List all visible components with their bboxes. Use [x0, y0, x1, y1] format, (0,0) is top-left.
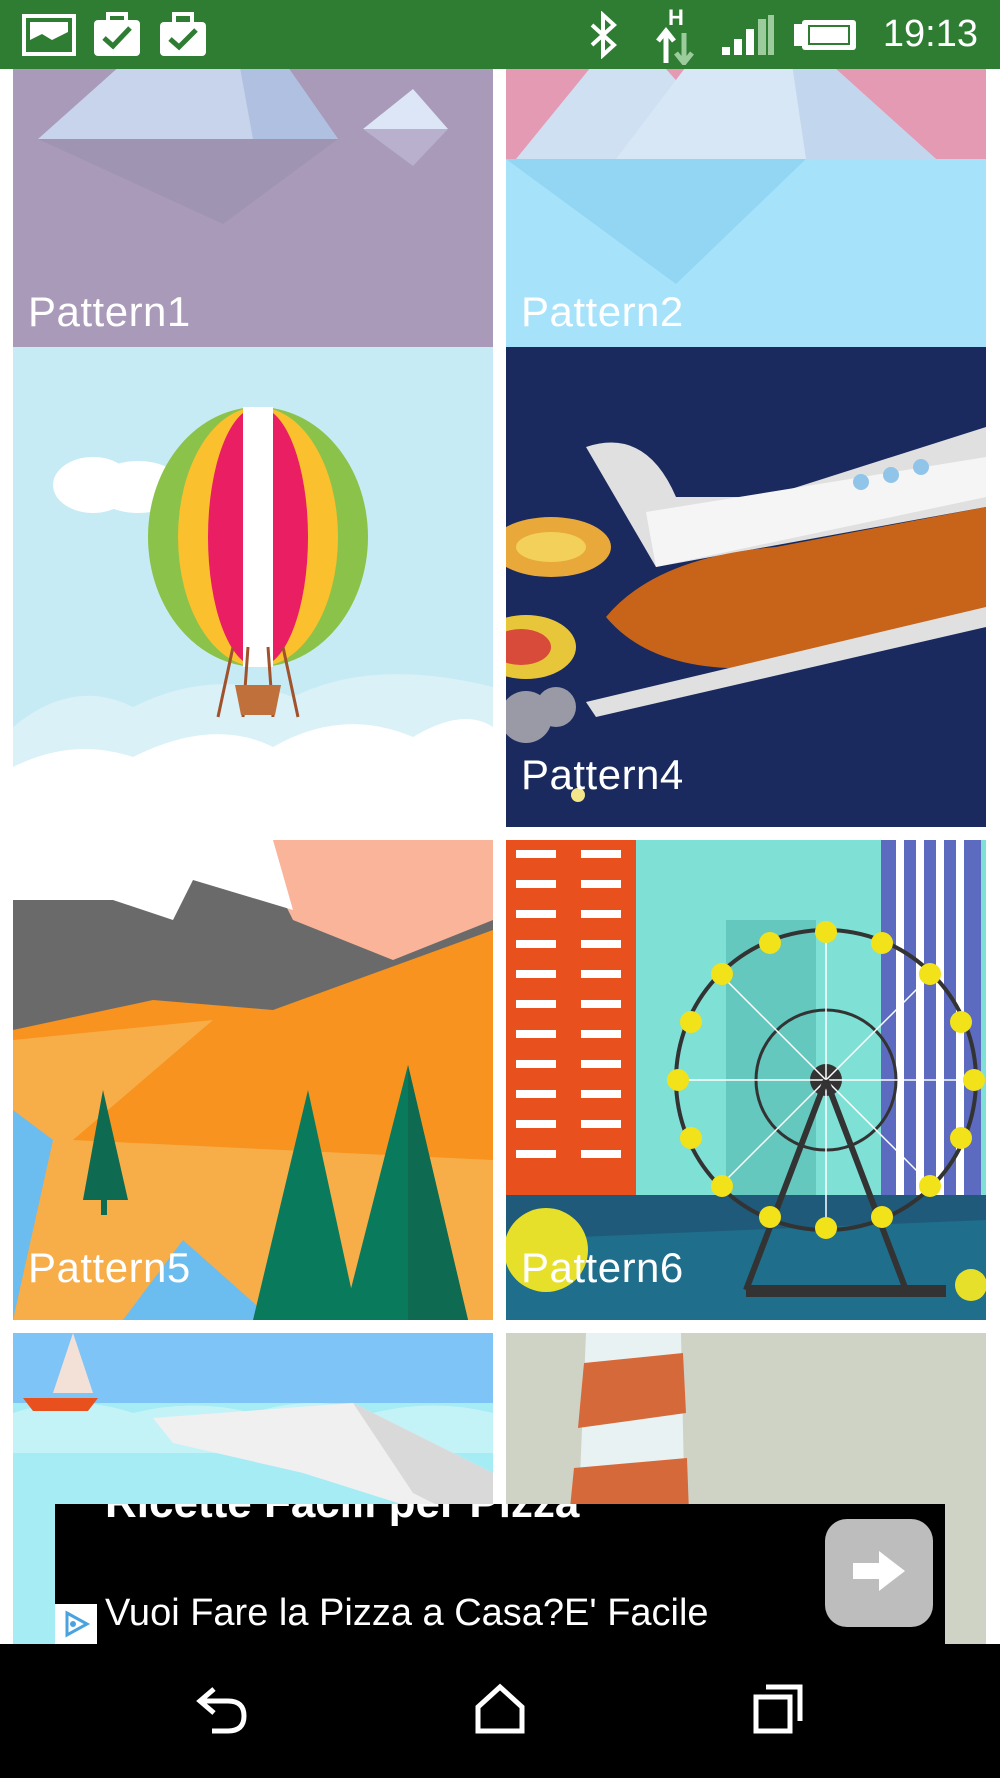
back-button[interactable] [162, 1666, 282, 1756]
ad-choices-icon[interactable] [55, 1604, 97, 1644]
tile-label: Pattern2 [521, 288, 684, 335]
pattern-tile-4[interactable]: Pattern4 [506, 347, 986, 827]
navigation-bar [0, 1644, 1000, 1778]
signal-icon [720, 0, 776, 69]
recents-icon [752, 1683, 804, 1740]
arrow-right-icon [851, 1549, 907, 1598]
ad-banner[interactable]: Ricette Facili per Pizza Vuoi Fare la Pi… [55, 1504, 945, 1644]
pattern-tile-5[interactable]: Pattern5 [13, 840, 493, 1320]
status-bar: H 19:13 [0, 0, 1000, 69]
tile-label: Pattern5 [28, 1244, 191, 1291]
briefcase-check-icon [158, 0, 208, 69]
pattern-grid[interactable]: Pattern1 Pattern2 Pattern3 Pattern4 Patt… [0, 69, 1000, 1644]
pattern-tile-3[interactable]: Pattern3 [13, 347, 493, 827]
home-button[interactable] [440, 1666, 560, 1756]
tile-label: Pattern3 [28, 751, 191, 798]
gallery-icon [22, 0, 76, 69]
battery-icon [792, 0, 858, 69]
bluetooth-icon [586, 0, 620, 69]
ad-text[interactable]: Vuoi Fare la Pizza a Casa?E' Facile [105, 1592, 709, 1635]
back-icon [194, 1683, 250, 1740]
clipboard-check-icon [92, 0, 142, 69]
pattern-tile-1[interactable]: Pattern1 [13, 69, 493, 364]
ad-arrow-button[interactable] [825, 1519, 933, 1627]
tile-label: Pattern6 [521, 1244, 684, 1291]
ad-title[interactable]: Ricette Facili per Pizza [105, 1504, 579, 1528]
network-h-icon: H [654, 0, 700, 69]
tile-label: Pattern1 [28, 288, 191, 335]
tile-label: Pattern4 [521, 751, 684, 798]
svg-text:H: H [668, 5, 684, 30]
recents-button[interactable] [718, 1666, 838, 1756]
pattern-tile-2[interactable]: Pattern2 [506, 69, 986, 364]
status-time: 19:13 [882, 13, 978, 55]
pattern-tile-6[interactable]: Pattern6 [506, 840, 986, 1320]
home-icon [474, 1683, 526, 1740]
